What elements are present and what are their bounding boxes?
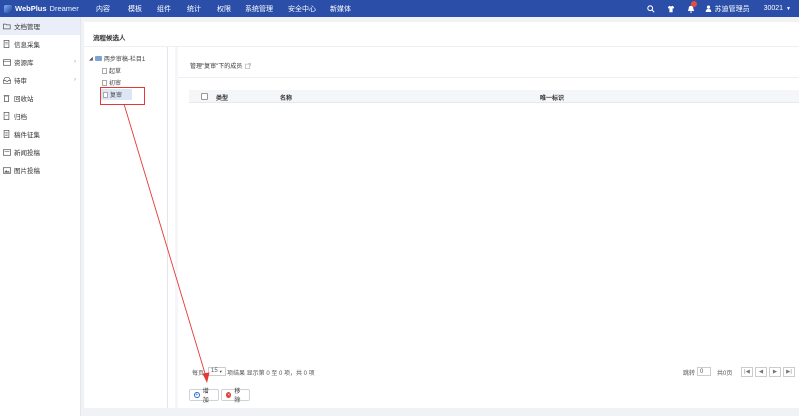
panel-title: 管理"复审"下的成员 — [190, 61, 252, 70]
leaf-node-icon — [102, 67, 107, 74]
inbox-icon — [2, 76, 11, 85]
jump-page-value: 0 — [700, 368, 704, 375]
chevron-right-icon: › — [74, 59, 76, 65]
sidebar-item-info-collection[interactable]: 信息采集 — [0, 35, 80, 53]
sidebar-item-label: 待审 — [14, 78, 27, 85]
logo[interactable]: WebPlus Dreamer — [0, 4, 81, 13]
user-menu[interactable]: 苏迪管理员 — [705, 4, 750, 14]
document-icon — [2, 40, 11, 49]
chevron-down-icon: ▼ — [218, 369, 223, 374]
sidebar-item-label: 稿件征集 — [14, 132, 40, 139]
jump-page-input[interactable]: 0 — [697, 367, 711, 376]
add-button[interactable]: + 增加 — [189, 389, 219, 404]
sidebar-item-document-management[interactable]: 文档管理 — [0, 17, 80, 35]
brand-name: WebPlus — [15, 4, 47, 13]
prev-page-button[interactable]: ◀ — [755, 367, 767, 377]
trash-icon — [2, 94, 11, 103]
leaf-node-icon — [102, 79, 107, 86]
nav-item-template[interactable]: 模板 — [128, 0, 157, 17]
last-page-button[interactable]: ▶| — [783, 367, 795, 377]
database-icon — [2, 58, 11, 67]
logo-mark-icon — [4, 4, 12, 13]
tree-node-label: 两步审稿-栏目1 — [103, 57, 146, 63]
total-pages: 共0页 — [717, 371, 733, 377]
chevron-down-icon: ▼ — [786, 5, 791, 12]
sidebar-item-label: 归档 — [14, 114, 27, 121]
nav-item-content[interactable]: 内容 — [96, 0, 128, 17]
nav-item-statistics[interactable]: 统计 — [187, 0, 217, 17]
first-page-button[interactable]: |◀ — [741, 367, 753, 377]
tree-node-label: 初审 — [109, 81, 122, 87]
close-circle-icon: × — [226, 391, 232, 398]
main-nav: 内容 模板 组件 统计 权限 系统管理 安全中心 新媒体 — [96, 0, 360, 17]
tree-node-draft[interactable]: 起草 — [102, 66, 121, 75]
nav-right: 苏迪管理员 30021 ▼ — [641, 0, 799, 17]
sidebar-item-label: 新闻投稿 — [14, 150, 40, 157]
sidebar-item-news-submission[interactable]: 新闻投稿 — [0, 143, 80, 161]
column-header-name[interactable]: 名称 — [280, 93, 292, 102]
per-page-label: 每页 — [192, 371, 205, 377]
add-button-label: 增加 — [202, 389, 209, 404]
jump-label: 跳转 — [683, 371, 696, 377]
page-title: 流程候选人 — [93, 35, 126, 42]
search-icon[interactable] — [641, 0, 661, 17]
tshirt-icon[interactable] — [661, 0, 681, 17]
per-page-value: 15 — [211, 368, 218, 374]
divider — [178, 77, 799, 78]
nav-item-system[interactable]: 系统管理 — [245, 0, 288, 17]
column-header-unique-id[interactable]: 唯一标识 — [540, 93, 564, 102]
notification-badge — [690, 1, 697, 7]
bottom-strip — [84, 408, 799, 416]
tree-node-root[interactable]: ◢ 两步审稿-栏目1 — [89, 54, 146, 64]
panel-title-text: 管理"复审"下的成员 — [190, 64, 243, 70]
pagination-bar: 每页 15 ▼ 项结果 显示第 0 至 0 项，共 0 项 跳转 0 共0页 |… — [189, 366, 799, 379]
sidebar-item-archive[interactable]: 归档 — [0, 107, 80, 125]
image-icon — [2, 166, 11, 175]
sidebar-item-resource-library[interactable]: 资源库 › — [0, 53, 80, 71]
submission-icon — [2, 130, 11, 139]
sidebar: 文档管理 信息采集 资源库 › 待审 › 回收站 归档 稿件征集 新闻投稿 图片… — [0, 17, 81, 416]
sidebar-item-label: 图片投稿 — [14, 168, 40, 175]
nav-item-security[interactable]: 安全中心 — [288, 0, 330, 17]
sidebar-item-image-submission[interactable]: 图片投稿 — [0, 161, 80, 179]
result-summary: 项结果 显示第 0 至 0 项，共 0 项 — [227, 371, 315, 377]
sidebar-item-manuscript-solicitation[interactable]: 稿件征集 — [0, 125, 80, 143]
site-selector[interactable]: 30021 ▼ — [764, 5, 791, 12]
sidebar-item-label: 信息采集 — [14, 42, 40, 49]
collapse-toggle-icon[interactable]: ◢ — [89, 56, 93, 62]
nav-item-component[interactable]: 组件 — [157, 0, 187, 17]
sidebar-item-label: 回收站 — [14, 96, 34, 103]
archive-icon — [2, 112, 11, 121]
folder-open-icon — [2, 22, 11, 31]
plus-circle-icon: + — [194, 391, 200, 398]
user-icon — [705, 5, 711, 12]
remove-button[interactable]: × 移除 — [221, 389, 250, 404]
sidebar-item-label: 文档管理 — [14, 24, 40, 31]
tree-node-first-review[interactable]: 初审 — [102, 78, 121, 87]
folder-icon — [94, 56, 102, 61]
bell-icon[interactable] — [681, 0, 701, 17]
table-header: 类型 名称 唯一标识 — [189, 90, 799, 103]
news-icon — [2, 148, 11, 157]
brand-suffix: Dreamer — [49, 4, 79, 13]
chevron-right-icon: › — [74, 77, 76, 83]
annotation-highlight-box — [100, 87, 145, 105]
site-id: 30021 — [763, 5, 784, 12]
nav-item-new-media[interactable]: 新媒体 — [330, 0, 360, 17]
sidebar-item-recycle-bin[interactable]: 回收站 — [0, 89, 80, 107]
next-page-button[interactable]: ▶ — [769, 367, 781, 377]
top-nav-bar: WebPlus Dreamer 内容 模板 组件 统计 权限 系统管理 安全中心… — [0, 0, 799, 17]
remove-button-label: 移除 — [234, 389, 241, 404]
sidebar-item-label: 资源库 — [14, 60, 34, 67]
select-all-checkbox[interactable] — [201, 93, 208, 100]
per-page-select[interactable]: 15 ▼ — [208, 367, 226, 376]
sidebar-item-pending-review[interactable]: 待审 › — [0, 71, 80, 89]
column-header-type[interactable]: 类型 — [216, 93, 228, 102]
nav-item-permission[interactable]: 权限 — [217, 0, 245, 17]
external-link-icon[interactable] — [245, 62, 252, 69]
user-name: 苏迪管理员 — [714, 5, 750, 13]
tree-node-label: 起草 — [109, 69, 122, 75]
